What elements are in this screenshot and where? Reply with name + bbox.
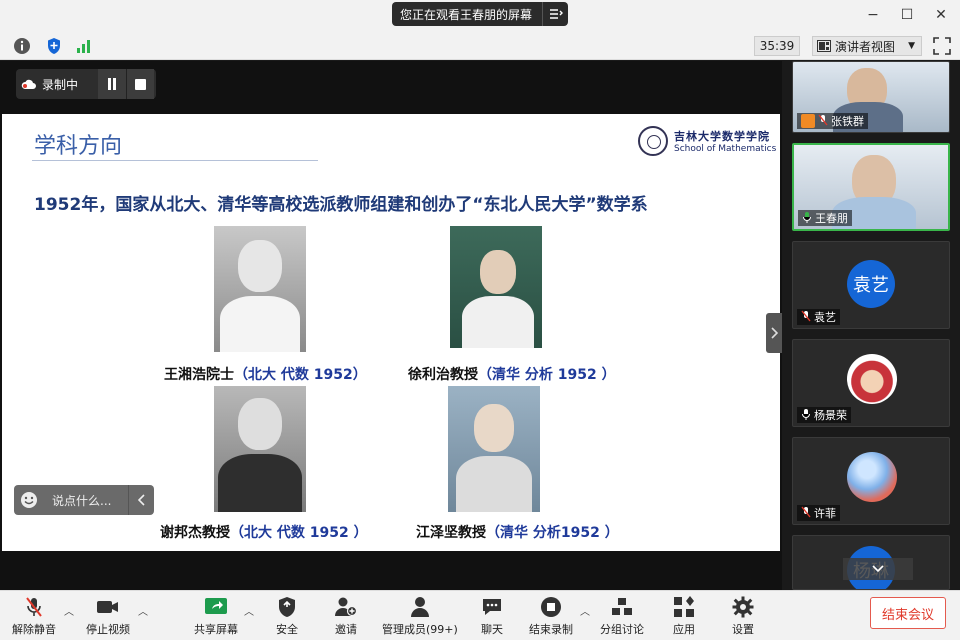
share-screen-icon (204, 595, 228, 619)
meeting-toolbar: 35:39 演讲者视图 ▼ (0, 32, 960, 60)
muted-mic-icon (801, 310, 811, 325)
invite-button[interactable]: 邀请 (334, 595, 358, 637)
participant-name-tag: 张铁群 (797, 113, 868, 129)
participant-name-tag: 袁艺 (797, 309, 840, 325)
pause-recording-button[interactable] (98, 69, 126, 99)
scroll-down-button[interactable] (843, 558, 913, 580)
participant-tile[interactable]: 张铁群 (792, 61, 950, 133)
breakout-rooms-icon (610, 595, 634, 619)
fullscreen-icon[interactable] (932, 36, 952, 56)
mic-icon (802, 211, 812, 226)
emoji-icon[interactable] (14, 491, 44, 509)
caret-up-icon[interactable]: ︿ (138, 603, 148, 618)
logo-cn: 吉林大学数学学院 (674, 130, 770, 143)
caret-up-icon[interactable]: ︿ (580, 603, 590, 618)
title-divider (32, 160, 318, 161)
portrait-photo (450, 226, 542, 348)
record-stop-icon (539, 595, 563, 619)
view-options-icon[interactable] (542, 2, 568, 26)
members-icon (408, 595, 432, 619)
logo-en: School of Mathematics (674, 144, 777, 154)
person-caption: 谢邦杰教授（北大 代数 1952 ） (160, 525, 368, 541)
shield-icon[interactable] (44, 36, 64, 56)
meeting-controls-bar: 解除静音 ︿ 停止视频 ︿ 共享屏幕 ︿ 安全 邀请 管理成员(99+) 聊天 … (0, 590, 960, 640)
view-mode-label: 演讲者视图 (835, 39, 896, 54)
participant-tile[interactable]: 杨景荣 (792, 339, 950, 427)
caret-down-icon: ▼ (908, 41, 915, 51)
minimize-button[interactable]: − (862, 4, 884, 26)
participant-tile-active[interactable]: 王春朋 (792, 143, 950, 231)
recording-indicator: 录制中 (16, 69, 156, 99)
chat-placeholder: 说点什么... (52, 493, 112, 508)
meeting-window: 您正在观看王春朋的屏幕 − ☐ ✕ 35:39 演讲者视图 ▼ 录制中 学科方向… (0, 0, 960, 640)
participant-name-tag: 杨景荣 (797, 407, 851, 423)
sharing-text: 您正在观看王春朋的屏幕 (400, 7, 533, 22)
apps-button[interactable]: 应用 (672, 595, 696, 637)
slide-headline: 1952年，国家从北大、清华等高校选派教师组建和创办了“东北人民大学”数学系 (34, 195, 648, 215)
shared-screen: 录制中 学科方向 吉林大学数学学院 School of Mathematics … (0, 61, 782, 590)
close-button[interactable]: ✕ (930, 4, 952, 26)
avatar (847, 354, 897, 404)
chevron-right-icon (771, 327, 778, 339)
grid-view-icon (817, 40, 831, 52)
school-logo: 吉林大学数学学院 School of Mathematics (638, 126, 776, 156)
muted-mic-icon (801, 506, 811, 521)
signal-icon[interactable] (74, 36, 94, 56)
person-caption: 江泽坚教授（清华 分析1952 ） (416, 525, 619, 541)
add-user-icon (334, 595, 358, 619)
chevron-left-icon[interactable] (128, 485, 154, 515)
collapse-gallery-handle[interactable] (766, 313, 782, 353)
chat-bubble-icon (480, 595, 504, 619)
shield-icon (275, 595, 299, 619)
title-bar: 您正在观看王春朋的屏幕 − ☐ ✕ (0, 0, 960, 32)
end-recording-button[interactable]: 结束录制 (529, 595, 573, 637)
stop-video-button[interactable]: 停止视频 (86, 595, 130, 637)
portrait-photo (448, 386, 540, 512)
share-screen-button[interactable]: 共享屏幕 (194, 595, 238, 637)
university-seal-icon (638, 126, 668, 156)
window-controls: − ☐ ✕ (862, 4, 952, 26)
apps-grid-icon (672, 595, 696, 619)
manage-members-button[interactable]: 管理成员(99+) (382, 595, 458, 637)
security-button[interactable]: 安全 (275, 595, 299, 637)
slide-title: 学科方向 (34, 134, 123, 159)
avatar (847, 452, 897, 502)
gear-icon (731, 595, 755, 619)
video-camera-icon (96, 595, 120, 619)
recording-label: 录制中 (42, 77, 79, 92)
portrait-photo (214, 386, 306, 512)
caret-up-icon[interactable]: ︿ (244, 603, 254, 618)
view-mode-select[interactable]: 演讲者视图 ▼ (812, 36, 922, 56)
participant-tile[interactable]: 许菲 (792, 437, 950, 525)
avatar: 袁艺 (847, 260, 895, 308)
participant-name-tag: 王春朋 (798, 210, 852, 226)
unmute-button[interactable]: 解除静音 (12, 595, 56, 637)
person-caption: 王湘浩院士（北大 代数 1952） (164, 367, 367, 383)
chat-button[interactable]: 聊天 (480, 595, 504, 637)
info-icon[interactable] (12, 36, 32, 56)
sharing-indicator[interactable]: 您正在观看王春朋的屏幕 (392, 2, 568, 26)
mic-icon (801, 408, 811, 423)
cloud-icon (16, 78, 42, 90)
muted-mic-icon (22, 595, 46, 619)
chevron-down-icon (872, 565, 884, 573)
person-caption: 徐利治教授（清华 分析 1952 ） (408, 367, 616, 383)
user-icon (801, 114, 815, 128)
settings-button[interactable]: 设置 (731, 595, 755, 637)
portrait-photo (214, 226, 306, 352)
participant-tile[interactable]: 袁艺 袁艺 (792, 241, 950, 329)
caret-up-icon[interactable]: ︿ (64, 603, 74, 618)
pause-icon (108, 78, 116, 90)
end-meeting-button[interactable]: 结束会议 (870, 597, 946, 629)
meeting-timer: 35:39 (754, 36, 800, 56)
participant-gallery: 张铁群 王春朋 袁艺 袁艺 杨景荣 许菲 (784, 61, 960, 590)
stop-recording-button[interactable] (126, 69, 154, 99)
maximize-button[interactable]: ☐ (896, 4, 918, 26)
chat-input-box[interactable]: 说点什么... (14, 485, 154, 515)
muted-mic-icon (818, 114, 828, 129)
participant-tile[interactable]: 杨琳 (792, 535, 950, 590)
stop-icon (135, 78, 146, 90)
participant-name-tag: 许菲 (797, 505, 840, 521)
breakout-button[interactable]: 分组讨论 (600, 595, 644, 637)
